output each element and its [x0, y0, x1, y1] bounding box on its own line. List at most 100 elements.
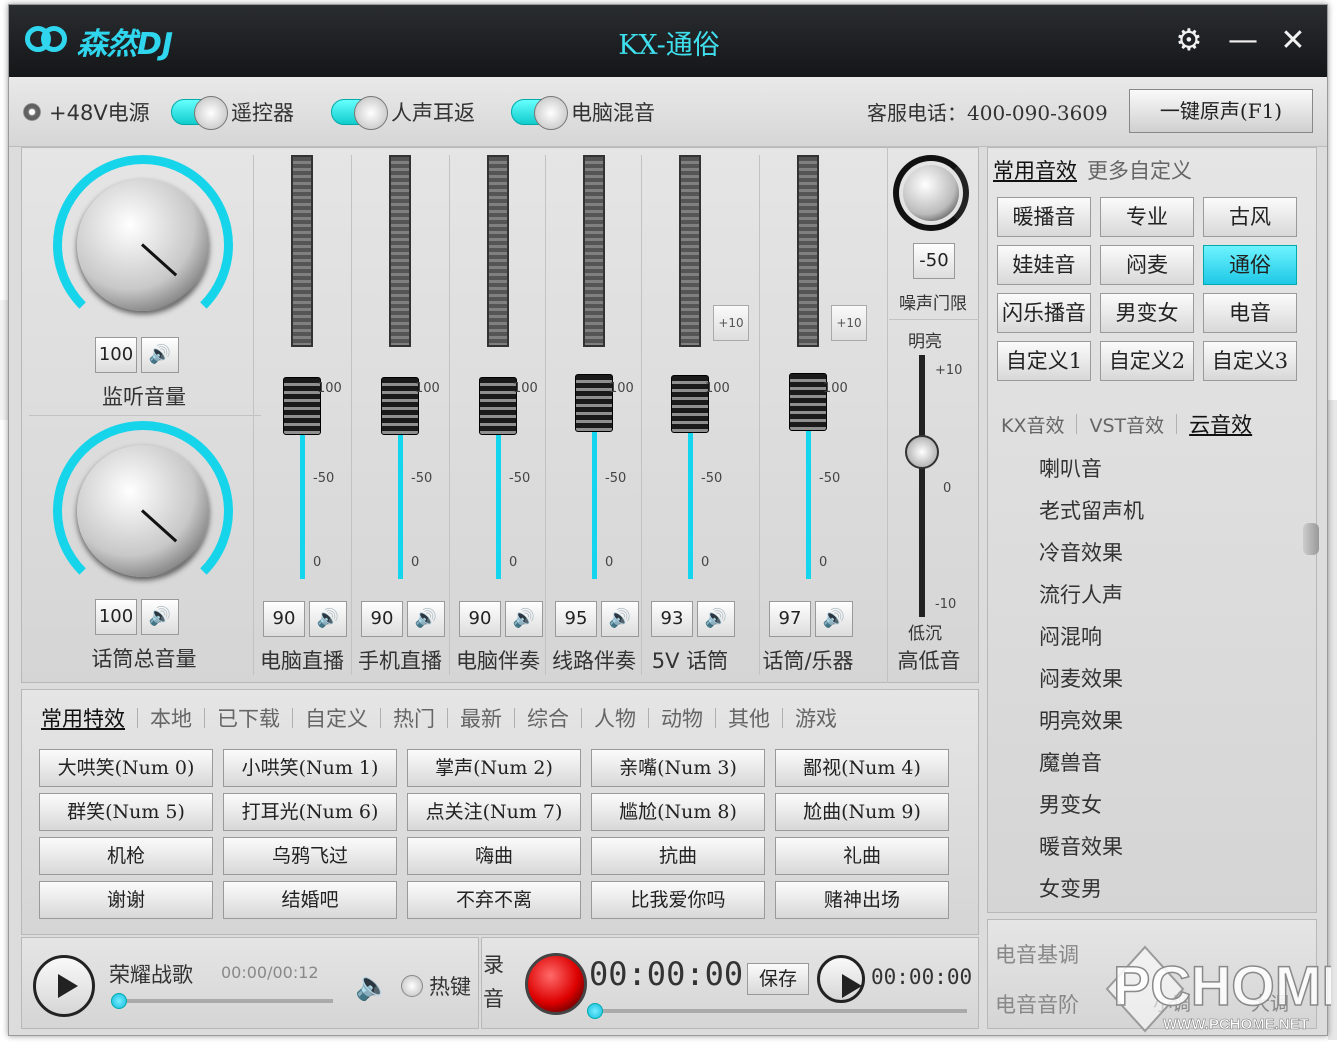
monitor-toggle[interactable]: 人声耳返: [331, 95, 475, 130]
sfx-tab[interactable]: 已下载: [217, 703, 280, 733]
eq-slider-handle[interactable]: [905, 435, 939, 469]
effect-button[interactable]: 专业: [1100, 197, 1194, 237]
sfx-button[interactable]: 掌声(Num 2): [407, 749, 581, 787]
record-progress-track[interactable]: [595, 1009, 967, 1013]
speaker-icon[interactable]: 🔊: [601, 601, 639, 637]
tab-cloud-effects[interactable]: 云音效: [1189, 409, 1252, 439]
effect-button[interactable]: 自定义3: [1203, 341, 1297, 381]
one-key-original-button[interactable]: 一键原声(F1): [1129, 89, 1313, 133]
tab-vst-effects[interactable]: VST音效: [1089, 411, 1164, 438]
cloud-effect-item[interactable]: 男变女: [1039, 789, 1102, 819]
sfx-button[interactable]: 谢谢: [39, 881, 213, 919]
list-scrollbar[interactable]: [1303, 523, 1319, 555]
sfx-button[interactable]: 尬曲(Num 9): [775, 793, 949, 831]
speaker-icon[interactable]: 🔊: [697, 601, 735, 637]
speaker-icon[interactable]: 🔊: [309, 601, 347, 637]
hotkey-radio-icon[interactable]: [401, 975, 423, 997]
tab-kx-effects[interactable]: KX音效: [1001, 411, 1064, 438]
minimize-button[interactable]: —: [1223, 21, 1263, 61]
sfx-tab[interactable]: 人物: [594, 703, 636, 733]
sfx-button[interactable]: 点关注(Num 7): [407, 793, 581, 831]
close-button[interactable]: ✕: [1273, 21, 1313, 61]
cloud-effect-item[interactable]: 女变男: [1039, 873, 1102, 903]
pc-mix-toggle[interactable]: 电脑混音: [511, 95, 655, 130]
tab-more-custom[interactable]: 更多自定义: [1087, 155, 1192, 185]
sfx-button[interactable]: 嗨曲: [407, 837, 581, 875]
cloud-effect-item[interactable]: 冷音效果: [1039, 537, 1123, 567]
channel-volume-value[interactable]: 93: [651, 601, 693, 637]
effect-button[interactable]: 闪乐播音: [997, 293, 1091, 333]
sfx-button[interactable]: 比我爱你吗: [591, 881, 765, 919]
cloud-effect-item[interactable]: 明亮效果: [1039, 705, 1123, 735]
sfx-button[interactable]: 礼曲: [775, 837, 949, 875]
sfx-tab[interactable]: 热门: [393, 703, 435, 733]
tab-common-effects[interactable]: 常用音效: [993, 155, 1077, 185]
effect-button[interactable]: 娃娃音: [997, 245, 1091, 285]
sfx-tab[interactable]: 本地: [150, 703, 192, 733]
monitor-volume-value[interactable]: 100: [95, 337, 137, 373]
sfx-button[interactable]: 结婚吧: [223, 881, 397, 919]
sfx-tab[interactable]: 游戏: [795, 703, 837, 733]
sfx-button[interactable]: 打耳光(Num 6): [223, 793, 397, 831]
speaker-icon[interactable]: 🔊: [407, 601, 445, 637]
song-progress-track[interactable]: [119, 999, 333, 1003]
channel-volume-value[interactable]: 95: [555, 601, 597, 637]
cloud-effect-item[interactable]: 暖音效果: [1039, 831, 1123, 861]
noise-gate-value[interactable]: -50: [913, 243, 955, 279]
sfx-tab[interactable]: 自定义: [305, 703, 368, 733]
channel-volume-value[interactable]: 97: [769, 601, 811, 637]
effect-button[interactable]: 古风: [1203, 197, 1297, 237]
cloud-effect-item[interactable]: 魔兽音: [1039, 747, 1102, 777]
sfx-button[interactable]: 鄙视(Num 4): [775, 749, 949, 787]
channel-fader-handle[interactable]: [479, 377, 517, 435]
settings-gear-icon[interactable]: ⚙: [1169, 21, 1209, 61]
save-button[interactable]: 保存: [747, 963, 809, 995]
sfx-button[interactable]: 尴尬(Num 8): [591, 793, 765, 831]
effect-button[interactable]: 暖播音: [997, 197, 1091, 237]
sfx-button[interactable]: 大哄笑(Num 0): [39, 749, 213, 787]
sfx-button[interactable]: 机枪: [39, 837, 213, 875]
sfx-tab[interactable]: 动物: [661, 703, 703, 733]
edm-major-label[interactable]: 大调: [1251, 989, 1289, 1016]
sfx-button[interactable]: 群笑(Num 5): [39, 793, 213, 831]
record-progress-thumb[interactable]: [587, 1003, 603, 1019]
sfx-tab[interactable]: 最新: [460, 703, 502, 733]
speaker-icon[interactable]: 🔊: [141, 599, 179, 635]
cloud-effect-item[interactable]: 闷混响: [1039, 621, 1102, 651]
sfx-tab[interactable]: 其他: [728, 703, 770, 733]
noise-gate-knob[interactable]: [893, 155, 969, 231]
sfx-tab[interactable]: 常用特效: [41, 703, 125, 733]
effect-button[interactable]: 电音: [1203, 293, 1297, 333]
sfx-button[interactable]: 小哄笑(Num 1): [223, 749, 397, 787]
remote-toggle[interactable]: 遥控器: [171, 95, 294, 130]
sfx-tab[interactable]: 综合: [527, 703, 569, 733]
phantom-power-toggle[interactable]: +48V电源: [23, 95, 150, 129]
song-progress-thumb[interactable]: [111, 993, 127, 1009]
cloud-effect-item[interactable]: 流行人声: [1039, 579, 1123, 609]
channel-volume-value[interactable]: 90: [361, 601, 403, 637]
channel-volume-value[interactable]: 90: [263, 601, 305, 637]
edm-minor-label[interactable]: 小调: [1153, 989, 1191, 1016]
plus10-button[interactable]: +10: [713, 305, 749, 341]
record-button[interactable]: [525, 953, 587, 1015]
channel-fader-handle[interactable]: [283, 377, 321, 435]
mic-master-knob[interactable]: [53, 421, 233, 601]
effect-button[interactable]: 自定义1: [997, 341, 1091, 381]
sfx-button[interactable]: 抗曲: [591, 837, 765, 875]
volume-speaker-icon[interactable]: 🔈: [355, 969, 390, 1002]
mic-master-value[interactable]: 100: [95, 599, 137, 635]
effect-button[interactable]: 男变女: [1100, 293, 1194, 333]
channel-fader-handle[interactable]: [381, 377, 419, 435]
effect-button[interactable]: 自定义2: [1100, 341, 1194, 381]
effect-button[interactable]: 通俗: [1203, 245, 1297, 285]
monitor-volume-knob[interactable]: [53, 155, 233, 335]
channel-volume-value[interactable]: 90: [459, 601, 501, 637]
cloud-effect-item[interactable]: 喇叭音: [1039, 453, 1102, 483]
title-bar[interactable]: 森然DJ KX-通俗 ⚙ — ✕: [9, 5, 1327, 77]
sfx-button[interactable]: 亲嘴(Num 3): [591, 749, 765, 787]
play-button[interactable]: [33, 955, 95, 1017]
cloud-effect-item[interactable]: 闷麦效果: [1039, 663, 1123, 693]
record-play-button[interactable]: [817, 955, 865, 1003]
channel-fader-handle[interactable]: [671, 375, 709, 434]
speaker-icon[interactable]: 🔊: [815, 601, 853, 637]
